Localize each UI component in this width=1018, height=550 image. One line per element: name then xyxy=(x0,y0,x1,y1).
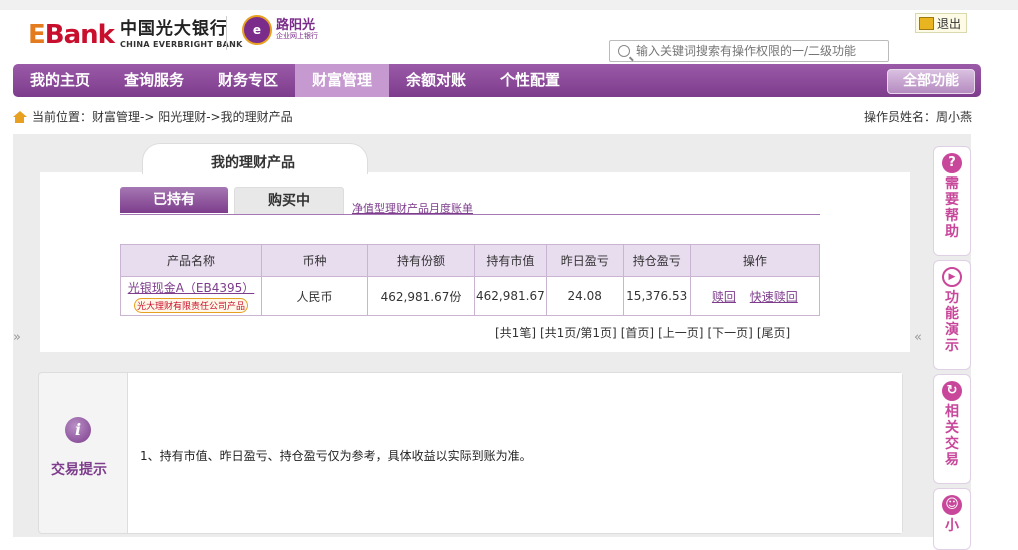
col-header: 持仓盈亏 xyxy=(622,244,691,277)
logout-icon xyxy=(919,16,934,30)
nav-item-settings[interactable]: 个性配置 xyxy=(483,64,577,97)
col-header: 持有份额 xyxy=(367,244,475,277)
collapse-right-icon[interactable]: « xyxy=(914,330,922,345)
logout-button[interactable]: 退出 xyxy=(915,13,968,33)
logo-divider xyxy=(226,16,227,50)
nav-item-balance[interactable]: 余额对账 xyxy=(389,64,483,97)
sun-logo: e 路阳光 企业网上银行 xyxy=(242,15,318,45)
issuer-badge: 光大理财有限责任公司产品 xyxy=(133,298,248,313)
tab-buying[interactable]: 购买中 xyxy=(234,187,344,214)
statement-link[interactable]: 净值型理财产品月度账单 xyxy=(352,200,473,216)
currency-cell: 人民币 xyxy=(261,276,368,316)
col-header: 昨日盈亏 xyxy=(545,244,624,277)
main-nav: 我的主页 查询服务 财务专区 财富管理 余额对账 个性配置 xyxy=(13,64,981,97)
logo-cn: 中国光大银行 xyxy=(119,19,228,39)
breadcrumb: 当前位置：财富管理-> 阳光理财->我的理财产品 xyxy=(13,108,293,125)
page-title: 我的理财产品 xyxy=(211,155,295,171)
trade-tips: i 交易提示 1、持有市值、昨日盈亏、持仓盈亏仅为参考，具体收益以实际到账为准。 xyxy=(38,372,903,534)
shares-cell: 462,981.67份 xyxy=(367,276,475,316)
info-icon: i xyxy=(65,417,91,443)
products-table: 产品名称 币种 持有份额 持有市值 昨日盈亏 持仓盈亏 操作 光银现金A（EB4… xyxy=(120,244,821,316)
col-header: 币种 xyxy=(261,244,368,277)
pager-pages: [共1页/第1页] xyxy=(540,326,617,340)
yesterday-pl-cell: 24.08 xyxy=(545,276,624,316)
assistant-button[interactable]: ☺ 小 xyxy=(933,488,971,550)
logo-en: CHINA EVERBRIGHT BANK xyxy=(119,40,243,49)
search-icon xyxy=(618,45,630,57)
sun-icon: e xyxy=(242,15,272,45)
table-row: 光银现金A（EB4395） 光大理财有限责任公司产品 人民币 462,981.6… xyxy=(120,276,821,316)
play-icon: ▶ xyxy=(942,267,962,287)
question-icon: ? xyxy=(942,153,962,173)
tips-label: 交易提示 xyxy=(51,462,107,478)
position-pl-cell: 15,376.53 xyxy=(622,276,691,316)
pager-prev[interactable]: [上一页] xyxy=(658,324,703,341)
col-header: 持有市值 xyxy=(474,244,547,277)
pager-first[interactable]: [首页] xyxy=(621,324,654,341)
product-link[interactable]: 光银现金A（EB4395） xyxy=(122,279,260,296)
col-header: 产品名称 xyxy=(120,244,262,277)
pager-last[interactable]: [尾页] xyxy=(757,324,790,341)
bank-logo: EBank 中国光大银行 CHINA EVERBRIGHT BANK xyxy=(28,18,243,52)
tab-held[interactable]: 已持有 xyxy=(120,187,228,213)
right-sidebar: ? 需要帮助 ▶ 功能演示 ↻ 相关交易 ☺ 小 xyxy=(933,144,971,550)
redeem-link[interactable]: 赎回 xyxy=(712,290,736,304)
tips-content: 1、持有市值、昨日盈亏、持仓盈亏仅为参考，具体收益以实际到账为准。 xyxy=(127,373,902,533)
logo-text: 中国光大银行 CHINA EVERBRIGHT BANK xyxy=(120,21,243,49)
col-header: 操作 xyxy=(689,244,821,277)
nav-item-home[interactable]: 我的主页 xyxy=(13,64,107,97)
tips-text: 1、持有市值、昨日盈亏、持仓盈亏仅为参考，具体收益以实际到账为准。 xyxy=(140,449,532,463)
demo-button[interactable]: ▶ 功能演示 xyxy=(933,260,971,370)
tips-header: i 交易提示 xyxy=(39,373,114,533)
search-input[interactable] xyxy=(634,43,888,59)
pager-next[interactable]: [下一页] xyxy=(707,324,752,341)
related-button[interactable]: ↻ 相关交易 xyxy=(933,374,971,484)
fast-redeem-link[interactable]: 快速赎回 xyxy=(750,290,798,304)
home-icon xyxy=(13,110,27,123)
sun-text: 路阳光 企业网上银行 xyxy=(276,18,318,41)
product-cell: 光银现金A（EB4395） 光大理财有限责任公司产品 xyxy=(120,276,262,316)
nav-item-finance[interactable]: 财务专区 xyxy=(201,64,295,97)
table-header-row: 产品名称 币种 持有份额 持有市值 昨日盈亏 持仓盈亏 操作 xyxy=(120,244,821,277)
search-box[interactable] xyxy=(609,40,889,62)
expand-left-icon[interactable]: » xyxy=(13,330,21,345)
operator-name: 操作员姓名：周小燕 xyxy=(863,110,972,124)
page-title-tab: 我的理财产品 xyxy=(142,143,368,174)
all-functions-button[interactable]: 全部功能 xyxy=(887,69,975,94)
nav-item-query[interactable]: 查询服务 xyxy=(107,64,201,97)
logo-wordmark: EBank xyxy=(28,20,115,50)
pager-total: [共1笔] xyxy=(495,326,536,340)
top-strip xyxy=(0,0,1018,10)
refresh-icon: ↻ xyxy=(942,381,962,401)
market-value-cell: 462,981.67 xyxy=(474,276,547,316)
smile-icon: ☺ xyxy=(942,495,962,515)
help-button[interactable]: ? 需要帮助 xyxy=(933,146,971,256)
operation-cell: 赎回 快速赎回 xyxy=(689,276,821,316)
pager: [共1笔] [共1页/第1页] [首页] [上一页] [下一页] [尾页] xyxy=(495,324,790,341)
nav-item-wealth[interactable]: 财富管理 xyxy=(295,64,389,97)
